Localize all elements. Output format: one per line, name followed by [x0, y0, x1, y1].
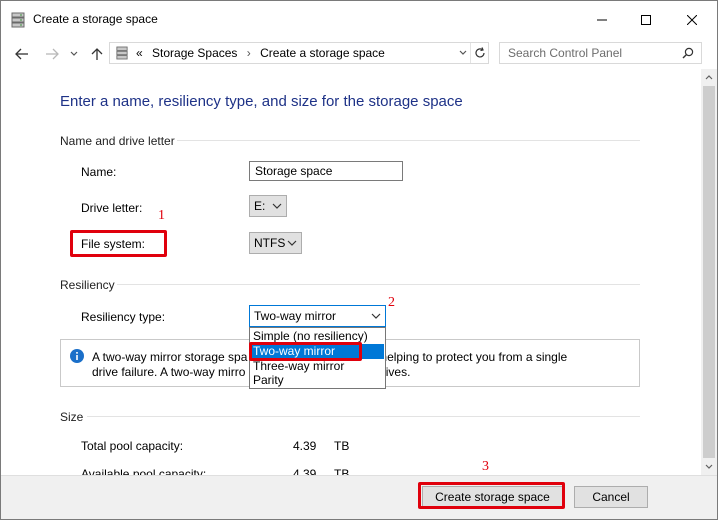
- chevron-down-icon: [459, 50, 467, 55]
- cancel-button[interactable]: Cancel: [574, 486, 648, 508]
- name-label: Name:: [81, 165, 117, 179]
- arrow-left-icon: [15, 48, 28, 60]
- size-section-title: Size: [60, 410, 84, 424]
- name-input[interactable]: [250, 162, 402, 180]
- search-icon[interactable]: [682, 47, 694, 59]
- window-title: Create a storage space: [33, 12, 158, 26]
- breadcrumb-create-storage-space[interactable]: Create a storage space: [260, 46, 385, 60]
- arrow-up-icon: [91, 48, 103, 60]
- drive-letter-label: Drive letter:: [81, 201, 143, 215]
- scroll-down-button[interactable]: [701, 459, 717, 475]
- option-two-way-mirror[interactable]: Two-way mirror: [251, 344, 384, 359]
- minimize-button[interactable]: [579, 1, 625, 39]
- maximize-button[interactable]: [623, 1, 669, 39]
- forward-button[interactable]: [41, 43, 63, 65]
- dialog-footer: Create storage space Cancel: [1, 475, 717, 519]
- breadcrumb-overflow[interactable]: «: [136, 46, 143, 60]
- scroll-up-button[interactable]: [701, 69, 717, 85]
- info-text-line1-start: A two-way mirror storage spa: [92, 350, 248, 364]
- breadcrumb-separator-icon: ›: [246, 46, 251, 60]
- file-system-value: NTFS: [254, 236, 286, 250]
- search-input[interactable]: [508, 45, 668, 61]
- info-icon: [70, 349, 84, 363]
- option-simple[interactable]: Simple (no resiliency): [251, 329, 384, 344]
- maximize-icon: [641, 15, 651, 25]
- storage-drive-icon: [11, 12, 25, 28]
- total-capacity-value: 4.39: [293, 439, 317, 453]
- close-button[interactable]: [669, 1, 715, 39]
- file-system-select[interactable]: NTFS: [249, 232, 302, 254]
- back-button[interactable]: [11, 43, 33, 65]
- annotation-step-2: 2: [388, 295, 395, 310]
- main-content: Enter a name, resiliency type, and size …: [1, 69, 701, 475]
- option-three-way-mirror[interactable]: Three-way mirror: [251, 359, 384, 374]
- create-storage-space-button[interactable]: Create storage space: [422, 486, 563, 508]
- create-storage-space-window: Create a storage space « Storage Spaces …: [0, 0, 718, 520]
- chevron-down-icon: [272, 203, 282, 209]
- total-capacity-label: Total pool capacity:: [81, 439, 184, 453]
- vertical-scrollbar[interactable]: [701, 69, 717, 475]
- available-capacity-unit: TB: [334, 467, 350, 475]
- scroll-thumb[interactable]: [703, 86, 715, 458]
- available-capacity-label: Available pool capacity:: [81, 467, 207, 475]
- chevron-down-icon: [287, 240, 297, 246]
- title-bar: Create a storage space: [1, 1, 717, 39]
- resiliency-type-value: Two-way mirror: [254, 309, 337, 323]
- name-section-title: Name and drive letter: [60, 134, 175, 148]
- annotation-step-3: 3: [482, 459, 489, 474]
- address-dropdown-button[interactable]: [456, 43, 470, 63]
- search-box[interactable]: [499, 42, 702, 64]
- file-system-label: File system:: [81, 237, 146, 251]
- chevron-up-icon: [705, 75, 713, 80]
- up-button[interactable]: [87, 43, 107, 65]
- chevron-down-icon: [70, 51, 78, 56]
- chevron-down-icon: [371, 313, 381, 319]
- section-divider: [87, 416, 640, 417]
- resiliency-type-dropdown: Simple (no resiliency) Two-way mirror Th…: [249, 327, 386, 389]
- annotation-step-1: 1: [158, 208, 165, 223]
- arrow-right-icon: [46, 48, 59, 60]
- refresh-icon: [475, 47, 485, 58]
- close-icon: [687, 15, 697, 25]
- section-divider: [117, 284, 640, 285]
- section-divider: [177, 140, 640, 141]
- address-bar[interactable]: « Storage Spaces › Create a storage spac…: [109, 42, 489, 64]
- storage-drive-icon: [116, 46, 128, 60]
- minimize-icon: [597, 19, 607, 21]
- page-title: Enter a name, resiliency type, and size …: [60, 93, 463, 110]
- refresh-button[interactable]: [470, 43, 489, 63]
- resiliency-section-title: Resiliency: [60, 278, 115, 292]
- available-capacity-value: 4.39: [293, 467, 317, 475]
- drive-letter-value: E:: [254, 199, 266, 213]
- name-field[interactable]: [249, 161, 403, 181]
- info-text-line2-start: drive failure. A two-way mirro: [92, 365, 246, 379]
- breadcrumb-storage-spaces[interactable]: Storage Spaces: [152, 46, 237, 60]
- total-capacity-unit: TB: [334, 439, 350, 453]
- resiliency-type-select[interactable]: Two-way mirror: [249, 305, 386, 327]
- recent-locations-button[interactable]: [67, 43, 81, 65]
- chevron-down-icon: [705, 464, 713, 469]
- breadcrumb: « Storage Spaces › Create a storage spac…: [136, 46, 385, 60]
- option-parity[interactable]: Parity: [251, 373, 384, 388]
- drive-letter-select[interactable]: E:: [249, 195, 287, 217]
- resiliency-type-label: Resiliency type:: [81, 310, 166, 324]
